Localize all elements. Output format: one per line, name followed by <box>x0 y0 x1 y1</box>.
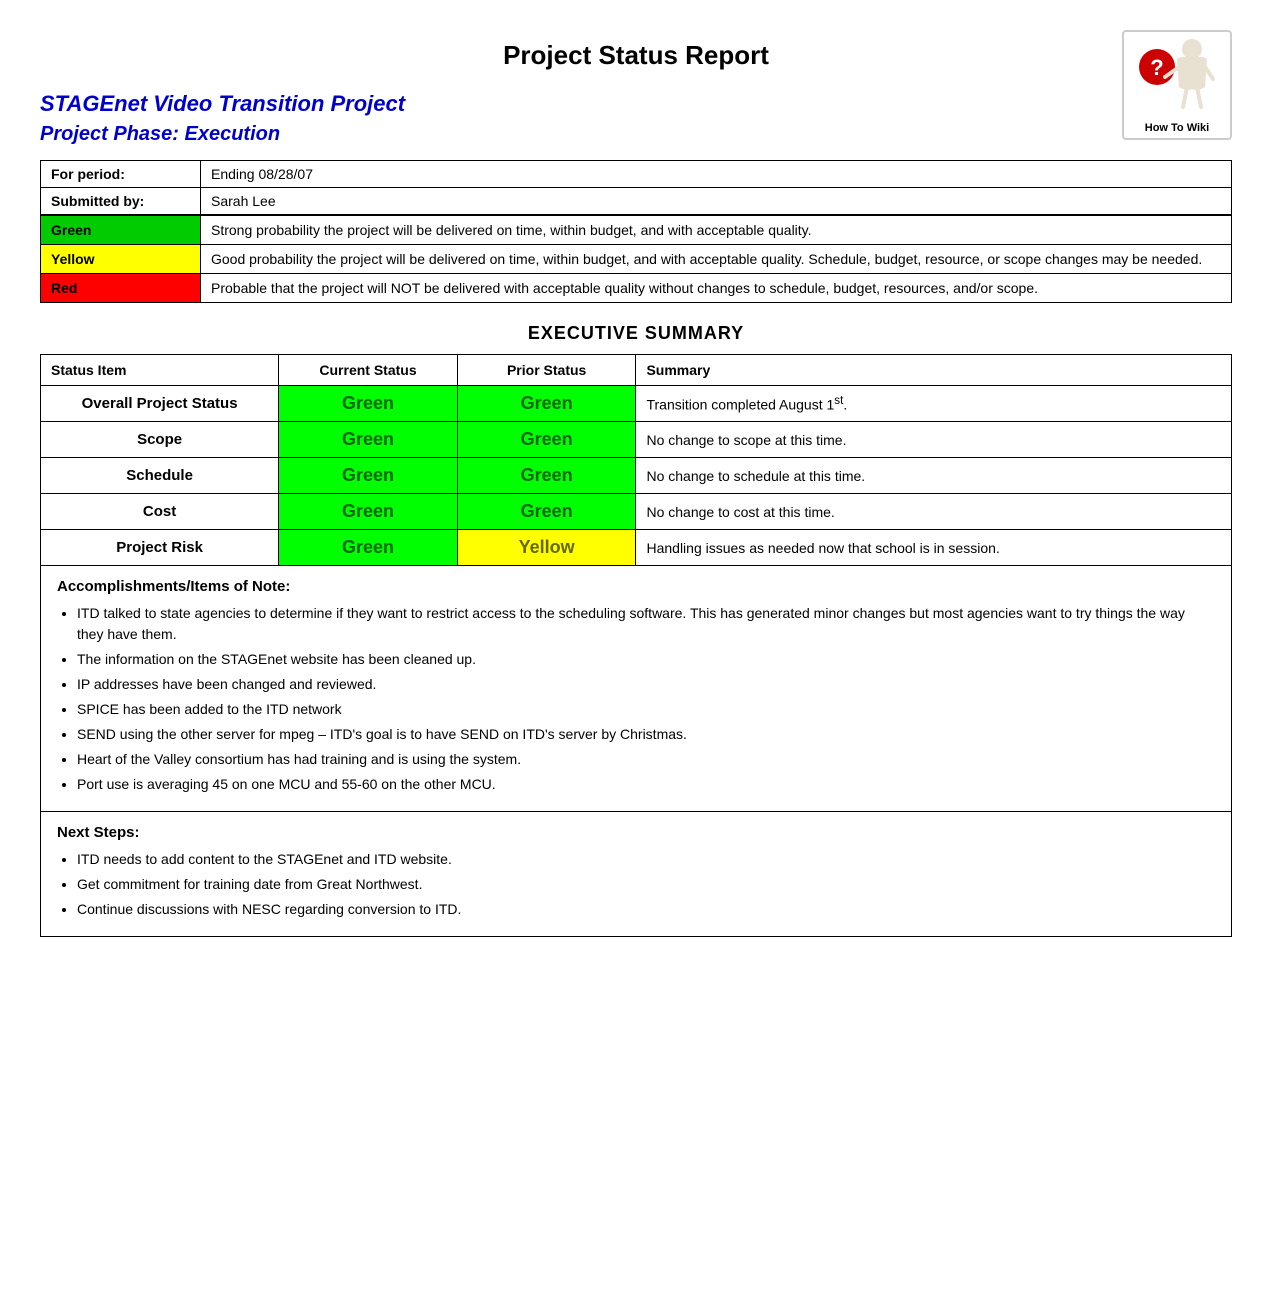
project-phase: Project Phase: Execution <box>40 123 1232 146</box>
legend-yellow-row: Yellow Good probability the project will… <box>41 245 1232 274</box>
submitted-row: Submitted by: Sarah Lee <box>41 188 1232 215</box>
list-item: Continue discussions with NESC regarding… <box>77 899 1215 920</box>
current-status-cell: Green <box>279 458 458 494</box>
list-item: SEND using the other server for mpeg – I… <box>77 724 1215 745</box>
list-item: Heart of the Valley consortium has had t… <box>77 749 1215 770</box>
current-status-cell: Green <box>279 494 458 530</box>
status-item-label: Overall Project Status <box>41 386 279 422</box>
prior-status-cell: Green <box>457 458 636 494</box>
legend-yellow-label: Yellow <box>41 245 201 274</box>
list-item: SPICE has been added to the ITD network <box>77 699 1215 720</box>
legend-red-label: Red <box>41 274 201 303</box>
list-item: The information on the STAGEnet website … <box>77 649 1215 670</box>
how-to-figure: ? <box>1137 37 1217 122</box>
summary-cell: No change to cost at this time. <box>636 494 1232 530</box>
accomplishments-list: ITD talked to state agencies to determin… <box>77 603 1215 795</box>
period-value: Ending 08/28/07 <box>201 161 1232 188</box>
svg-text:?: ? <box>1150 55 1163 80</box>
status-header-row: Status Item Current Status Prior Status … <box>41 355 1232 386</box>
summary-cell: Handling issues as needed now that schoo… <box>636 530 1232 566</box>
submitted-value: Sarah Lee <box>201 188 1232 215</box>
legend-table: Green Strong probability the project wil… <box>40 215 1232 303</box>
legend-yellow-desc: Good probability the project will be del… <box>201 245 1232 274</box>
accomplishments-title: Accomplishments/Items of Note: <box>57 578 1215 595</box>
project-title: STAGEnet Video Transition Project <box>40 91 1232 117</box>
legend-green-label: Green <box>41 216 201 245</box>
status-item-label: Project Risk <box>41 530 279 566</box>
legend-green-desc: Strong probability the project will be d… <box>201 216 1232 245</box>
status-row: Overall Project StatusGreenGreenTransiti… <box>41 386 1232 422</box>
list-item: Port use is averaging 45 on one MCU and … <box>77 774 1215 795</box>
executive-summary-title: EXECUTIVE SUMMARY <box>40 323 1232 344</box>
status-row: CostGreenGreenNo change to cost at this … <box>41 494 1232 530</box>
status-row: Project RiskGreenYellowHandling issues a… <box>41 530 1232 566</box>
current-status-cell: Green <box>279 386 458 422</box>
legend-red-desc: Probable that the project will NOT be de… <box>201 274 1232 303</box>
accomplishments-section: Accomplishments/Items of Note: ITD talke… <box>40 566 1232 812</box>
status-row: ScheduleGreenGreenNo change to schedule … <box>41 458 1232 494</box>
summary-cell: Transition completed August 1st. <box>636 386 1232 422</box>
list-item: ITD needs to add content to the STAGEnet… <box>77 849 1215 870</box>
header-area: Project Status Report ? How To Wiki <box>40 30 1232 71</box>
prior-status-cell: Green <box>457 494 636 530</box>
page-title: Project Status Report <box>40 30 1232 71</box>
summary-cell: No change to schedule at this time. <box>636 458 1232 494</box>
status-row: ScopeGreenGreenNo change to scope at thi… <box>41 422 1232 458</box>
period-row: For period: Ending 08/28/07 <box>41 161 1232 188</box>
next-steps-list: ITD needs to add content to the STAGEnet… <box>77 849 1215 920</box>
how-to-label: How To Wiki <box>1145 122 1209 134</box>
list-item: IP addresses have been changed and revie… <box>77 674 1215 695</box>
prior-status-cell: Yellow <box>457 530 636 566</box>
list-item: Get commitment for training date from Gr… <box>77 874 1215 895</box>
status-item-label: Cost <box>41 494 279 530</box>
status-item-label: Scope <box>41 422 279 458</box>
current-status-cell: Green <box>279 422 458 458</box>
next-steps-title: Next Steps: <box>57 824 1215 841</box>
list-item: ITD talked to state agencies to determin… <box>77 603 1215 645</box>
status-item-label: Schedule <box>41 458 279 494</box>
col-current-status: Current Status <box>279 355 458 386</box>
legend-green-row: Green Strong probability the project wil… <box>41 216 1232 245</box>
how-to-logo: ? How To Wiki <box>1122 30 1232 140</box>
submitted-label: Submitted by: <box>41 188 201 215</box>
legend-red-row: Red Probable that the project will NOT b… <box>41 274 1232 303</box>
next-steps-section: Next Steps: ITD needs to add content to … <box>40 812 1232 937</box>
prior-status-cell: Green <box>457 422 636 458</box>
col-summary: Summary <box>636 355 1232 386</box>
status-table: Status Item Current Status Prior Status … <box>40 354 1232 566</box>
col-prior-status: Prior Status <box>457 355 636 386</box>
current-status-cell: Green <box>279 530 458 566</box>
summary-cell: No change to scope at this time. <box>636 422 1232 458</box>
col-status-item: Status Item <box>41 355 279 386</box>
prior-status-cell: Green <box>457 386 636 422</box>
period-label: For period: <box>41 161 201 188</box>
info-table: For period: Ending 08/28/07 Submitted by… <box>40 160 1232 215</box>
